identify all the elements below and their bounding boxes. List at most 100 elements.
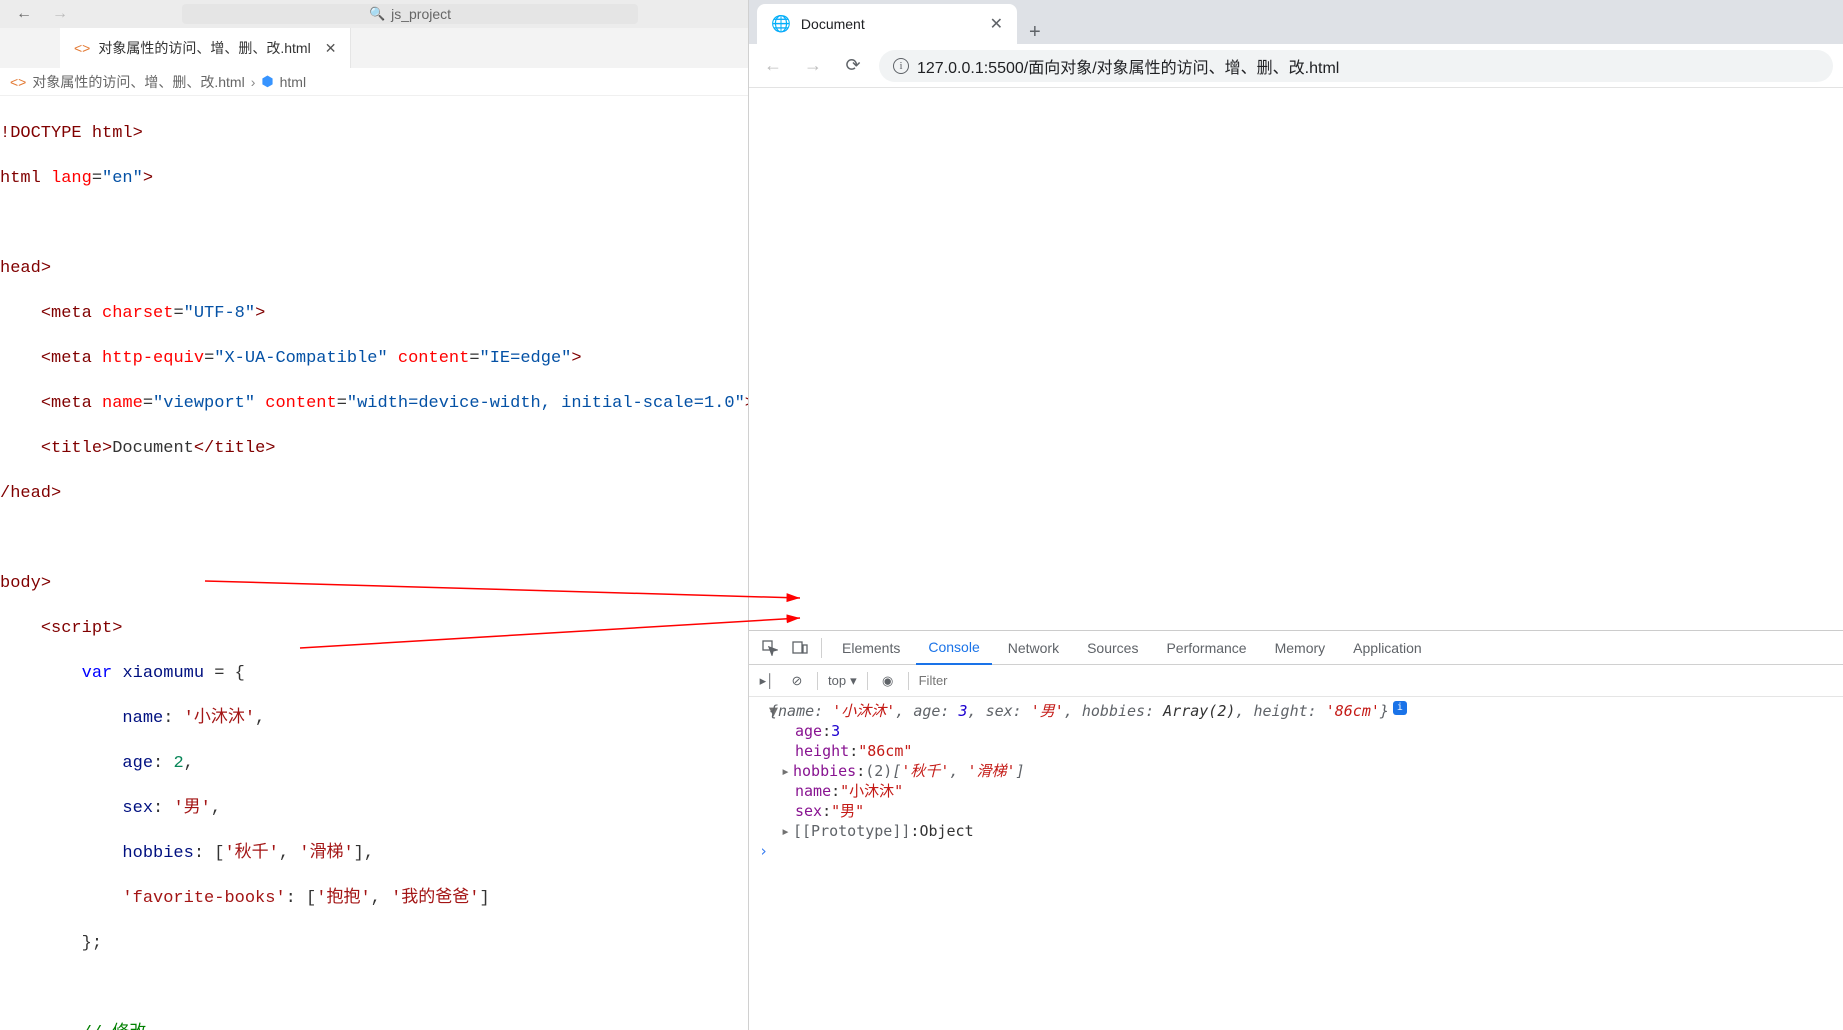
ide-search-text: js_project	[391, 6, 451, 22]
search-icon: 🔍	[369, 6, 385, 22]
prop-key: sex	[795, 801, 822, 821]
code-token: head	[10, 484, 51, 503]
caret-down-icon[interactable]: ▼	[757, 701, 769, 721]
code-token: name	[122, 709, 163, 728]
chevron-right-icon: ›	[251, 74, 256, 90]
console-prop-prototype[interactable]: ▸[[Prototype]]: Object	[757, 821, 1835, 841]
console-output[interactable]: ▼ {name: '小沐沐', age: 3, sex: '男', hobbie…	[749, 697, 1843, 1030]
code-token: xiaomumu	[122, 664, 204, 683]
code-token: body	[0, 574, 41, 593]
symbol-icon: ⬢	[261, 73, 273, 90]
devtools-tab-sources[interactable]: Sources	[1075, 631, 1150, 665]
html-file-icon: <>	[10, 74, 26, 90]
summary-text: , sex:	[968, 702, 1031, 720]
console-toolbar: ▸│ ⊘ top ▾ ◉	[749, 665, 1843, 697]
summary-value: '男'	[1031, 702, 1064, 720]
separator	[908, 672, 909, 690]
ide-tab-active[interactable]: <> 对象属性的访问、增、删、改.html ✕	[60, 28, 351, 68]
prop-value: "86cm"	[858, 741, 912, 761]
code-token: 'favorite-books'	[122, 889, 285, 908]
summary-text: }	[1380, 702, 1389, 720]
prop-value: "男"	[831, 801, 864, 821]
devtools-tab-memory[interactable]: Memory	[1263, 631, 1338, 665]
code-token: !DOCTYPE	[0, 124, 82, 143]
prop-key: name	[795, 781, 831, 801]
code-token: "viewport"	[153, 394, 255, 413]
info-icon[interactable]: i	[1393, 701, 1407, 715]
nav-back-button[interactable]: ←	[759, 55, 787, 76]
console-filter-input[interactable]	[919, 673, 1835, 688]
close-icon[interactable]: ✕	[990, 14, 1003, 34]
devtools-tabbar: Elements Console Network Sources Perform…	[749, 631, 1843, 665]
code-token: "IE=edge"	[480, 349, 572, 368]
new-tab-button[interactable]: +	[1017, 21, 1053, 44]
device-toolbar-icon[interactable]	[787, 635, 813, 661]
devtools-tab-application[interactable]: Application	[1341, 631, 1434, 665]
console-prop-age[interactable]: age: 3	[757, 721, 1835, 741]
inspect-element-icon[interactable]	[757, 635, 783, 661]
console-prompt[interactable]: ›	[757, 841, 1835, 861]
reload-button[interactable]: ⟳	[839, 55, 867, 76]
ide-tab-bar: <> 对象属性的访问、增、删、改.html ✕	[0, 28, 748, 68]
code-token: meta	[51, 304, 92, 323]
code-token: title	[214, 439, 265, 458]
code-token: '秋千'	[224, 844, 278, 863]
console-prop-name[interactable]: name: "小沐沐"	[757, 781, 1835, 801]
site-info-icon[interactable]: i	[893, 58, 909, 74]
console-object-summary[interactable]: ▼ {name: '小沐沐', age: 3, sex: '男', hobbie…	[757, 701, 1835, 721]
browser-pane: 🌐 Document ✕ + ← → ⟳ i 127.0.0.1:5500/面向…	[748, 0, 1843, 1030]
prop-value: Object	[919, 821, 973, 841]
prop-value: "小沐沐"	[840, 781, 903, 801]
browser-viewport: Elements Console Network Sources Perform…	[749, 88, 1843, 1030]
separator	[821, 638, 822, 658]
console-prop-sex[interactable]: sex: "男"	[757, 801, 1835, 821]
prop-value: 3	[831, 721, 840, 741]
url-field[interactable]: i 127.0.0.1:5500/面向对象/对象属性的访问、增、删、改.html	[879, 50, 1833, 82]
summary-value: 3	[959, 702, 968, 720]
ide-pane: ← → 🔍 js_project <> 对象属性的访问、增、删、改.html ✕…	[0, 0, 748, 1030]
code-token: lang	[51, 169, 92, 188]
console-prop-height[interactable]: height: "86cm"	[757, 741, 1835, 761]
devtools-tab-performance[interactable]: Performance	[1154, 631, 1258, 665]
code-token: "width=device-width, initial-scale=1.0"	[347, 394, 745, 413]
live-expression-icon[interactable]: ◉	[878, 673, 898, 689]
code-editor[interactable]: !DOCTYPE html> html lang="en"> head> <me…	[0, 96, 748, 1030]
caret-right-icon[interactable]: ▸	[781, 761, 793, 781]
summary-text: , height:	[1235, 702, 1325, 720]
ide-forward-arrow[interactable]: →	[46, 5, 74, 23]
close-icon[interactable]: ✕	[325, 40, 337, 57]
code-comment: // 修改	[82, 1024, 147, 1030]
ide-breadcrumb[interactable]: <> 对象属性的访问、增、删、改.html › ⬢ html	[0, 68, 748, 96]
summary-value: '86cm'	[1326, 702, 1380, 720]
nav-forward-button[interactable]: →	[799, 55, 827, 76]
browser-tab-active[interactable]: 🌐 Document ✕	[757, 4, 1017, 44]
caret-right-icon[interactable]: ▸	[781, 821, 793, 841]
prop-key: age	[795, 721, 822, 741]
code-token: "en"	[102, 169, 143, 188]
context-selector[interactable]: top ▾	[828, 673, 857, 689]
devtools-tab-console[interactable]: Console	[916, 631, 991, 665]
prop-value: '秋千'	[901, 762, 949, 780]
devtools-tab-elements[interactable]: Elements	[830, 631, 912, 665]
code-token: '男'	[173, 799, 210, 818]
clear-console-icon[interactable]: ⊘	[787, 673, 807, 689]
code-token: html	[92, 124, 133, 143]
code-token: head	[0, 259, 41, 278]
code-token: name	[102, 394, 143, 413]
code-token: title	[51, 439, 102, 458]
devtools-tab-network[interactable]: Network	[996, 631, 1071, 665]
devtools-panel: Elements Console Network Sources Perform…	[749, 630, 1843, 1030]
context-label: top	[828, 673, 846, 688]
prop-value: '滑梯'	[968, 762, 1016, 780]
ide-back-arrow[interactable]: ←	[10, 5, 38, 23]
code-token: hobbies	[122, 844, 193, 863]
code-token: '滑梯'	[299, 844, 353, 863]
console-sidebar-icon[interactable]: ▸│	[757, 673, 777, 689]
console-prop-hobbies[interactable]: ▸hobbies: (2) ['秋千', '滑梯']	[757, 761, 1835, 781]
url-text: 127.0.0.1:5500/面向对象/对象属性的访问、增、删、改.html	[917, 54, 1339, 78]
prop-meta: (2)	[865, 761, 892, 781]
prop-key: [[Prototype]]	[793, 821, 910, 841]
code-token: 2	[173, 754, 183, 773]
code-token: sex	[122, 799, 153, 818]
ide-search-box[interactable]: 🔍 js_project	[182, 4, 638, 24]
